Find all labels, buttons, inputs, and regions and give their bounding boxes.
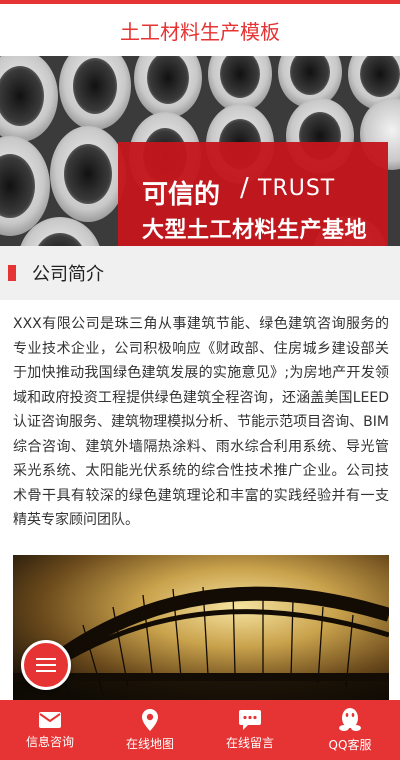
nav-label: QQ客服 bbox=[328, 738, 372, 752]
map-pin-icon bbox=[142, 709, 158, 731]
slogan-english: TRUST bbox=[258, 176, 336, 201]
hero-banner[interactable]: 可信的 / TRUST 大型土工材料生产基地 bbox=[0, 56, 400, 246]
slogan-main: 可信的 bbox=[142, 180, 221, 210]
nav-label: 在线留言 bbox=[225, 736, 274, 750]
bridge-photo bbox=[13, 555, 389, 705]
mail-icon bbox=[39, 712, 61, 728]
menu-line bbox=[36, 658, 56, 660]
section-title: 公司简介 bbox=[32, 264, 104, 285]
bottom-nav: 信息咨询 在线地图 在线留言 QQ客服 bbox=[0, 700, 400, 760]
chat-icon bbox=[239, 710, 261, 730]
company-intro-text: XXX有限公司是珠三角从事建筑节能、绿色建筑咨询服务的专业技术企业，公司积极响应… bbox=[13, 316, 389, 528]
site-title: 土工材料生产模板 bbox=[120, 19, 280, 44]
nav-label: 在线地图 bbox=[125, 737, 174, 751]
menu-line bbox=[36, 670, 56, 672]
nav-qq-service[interactable]: QQ客服 bbox=[300, 700, 400, 760]
slogan-sub: 大型土工材料生产基地 bbox=[142, 218, 368, 243]
nav-online-map[interactable]: 在线地图 bbox=[100, 700, 200, 760]
site-header: 土工材料生产模板 bbox=[0, 4, 400, 56]
nav-info-consult[interactable]: 信息咨询 bbox=[0, 700, 100, 760]
nav-online-message[interactable]: 在线留言 bbox=[200, 700, 300, 760]
nav-label: 信息咨询 bbox=[25, 735, 74, 749]
qq-icon bbox=[339, 708, 361, 731]
section-accent-bar bbox=[8, 265, 16, 281]
slogan-slash: / bbox=[240, 173, 249, 203]
bridge-image bbox=[13, 555, 389, 705]
floating-menu-button[interactable] bbox=[21, 640, 71, 690]
menu-line bbox=[36, 664, 56, 666]
section-header-company: 公司简介 bbox=[0, 246, 400, 300]
